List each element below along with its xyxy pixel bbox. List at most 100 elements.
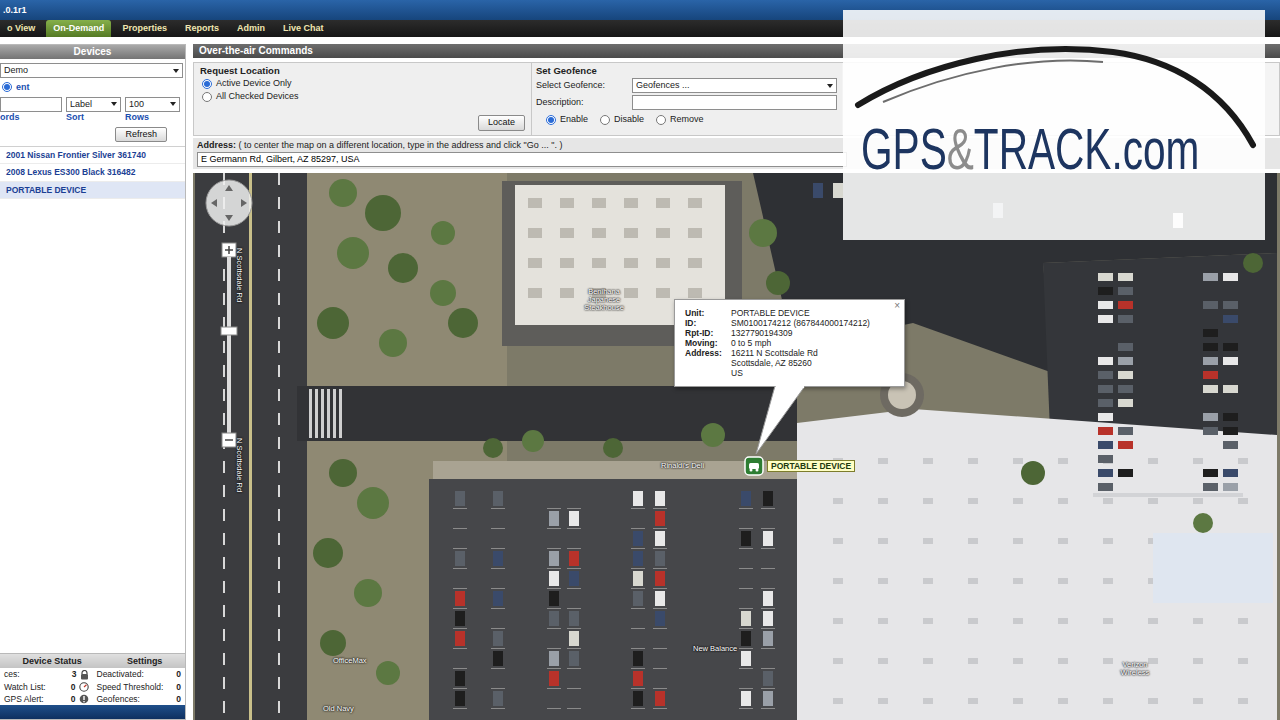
map-label: Old Navy: [323, 705, 354, 713]
field-label: ords: [0, 112, 62, 123]
sort-select[interactable]: Label: [66, 97, 121, 112]
satellite-imagery: [193, 173, 1277, 720]
locate-button[interactable]: Locate: [478, 115, 525, 131]
marker-label[interactable]: PORTABLE DEVICE: [767, 460, 855, 472]
logo-text: TRACK.com: [974, 120, 1200, 178]
watermark-logo: GPS&TRACK.com: [843, 10, 1265, 240]
device-item[interactable]: PORTABLE DEVICE: [0, 182, 185, 199]
field-key: Address:: [685, 348, 731, 378]
account-select[interactable]: Demo: [0, 63, 183, 78]
field-value: 0 to 5 mph: [731, 338, 771, 348]
panel-header: Devices: [0, 45, 185, 59]
status-cell: Geofences:0: [93, 693, 186, 705]
status-cell: GPS Alert:0: [0, 693, 93, 705]
description-row: Description:: [536, 95, 838, 110]
filter-label: ent: [16, 82, 30, 93]
geofence-radio[interactable]: [600, 115, 610, 125]
logo-wordmark: GPS&TRACK.com: [861, 120, 1144, 178]
map-label: Rinaldi's Deli: [661, 462, 704, 470]
nav-tab[interactable]: Reports: [178, 20, 226, 37]
filter-radio[interactable]: [2, 82, 12, 92]
nav-tab[interactable]: On-Demand: [46, 20, 111, 37]
speedometer-icon: [79, 682, 89, 692]
rows-select[interactable]: 100: [125, 97, 180, 112]
search-row: Label 100: [0, 97, 183, 112]
nav-tab[interactable]: Properties: [115, 20, 174, 37]
value-line: Scottsdale, AZ 85260: [731, 358, 818, 368]
option-label: All Checked Devices: [216, 91, 299, 102]
field-value: SM0100174212 (867844000174212): [731, 318, 870, 328]
device-item[interactable]: 2001 Nissan Frontier Silver 361740: [0, 147, 185, 164]
device-controls: Demo ent Label 100ordsSortRows Refresh: [0, 59, 185, 146]
value-line: SM0100174212 (867844000174212): [731, 318, 870, 328]
geofence-radio[interactable]: [656, 115, 666, 125]
status-value: 0: [176, 694, 181, 704]
sort-select-value: Label: [70, 99, 92, 110]
panel-footer: [0, 705, 185, 719]
address-hint: ( to center the map on a different locat…: [239, 140, 563, 150]
field-label: Rows: [125, 112, 180, 123]
dropdown-arrow-icon: [170, 102, 176, 106]
status-row: ces:3Deactivated:0: [0, 668, 185, 680]
locate-row: Locate: [200, 115, 525, 131]
section-title: Request Location: [200, 65, 525, 76]
status-label: Watch List:: [4, 682, 46, 692]
status-label: GPS Alert:: [4, 694, 44, 704]
request-location: Request Location Active Device Only All Ch…: [194, 63, 532, 135]
status-label: Speed Threshold:: [97, 682, 164, 692]
field-key: Moving:: [685, 338, 731, 348]
option-label: Remove: [670, 114, 704, 125]
address-label: Address:: [197, 140, 236, 150]
geofence-select-value: Geofences ...: [636, 80, 690, 91]
device-label: 2001 Nissan Frontier Silver 361740: [6, 150, 146, 160]
device-item[interactable]: 2008 Lexus ES300 Black 316482: [0, 164, 185, 181]
close-button[interactable]: ×: [894, 301, 900, 311]
geofence-select[interactable]: Geofences ...: [632, 78, 837, 93]
logo-text: &: [947, 120, 974, 178]
status-heading: Device Status: [0, 656, 104, 667]
geofence-select-row: Select Geofence:Geofences ...: [536, 78, 838, 93]
radio-option[interactable]: Remove: [654, 114, 704, 125]
status-row: GPS Alert:0Geofences:0: [0, 693, 185, 705]
description-input[interactable]: [632, 95, 837, 110]
field-key: Rpt-ID:: [685, 328, 731, 338]
info-field: Moving:0 to 5 mph: [685, 338, 894, 348]
status-cell: Watch List: 0: [0, 681, 93, 693]
refresh-button[interactable]: Refresh: [115, 127, 167, 143]
radio-option[interactable]: Disable: [598, 114, 644, 125]
value-line: 0 to 5 mph: [731, 338, 771, 348]
status-cell: ces:3: [0, 668, 93, 680]
nav-tab[interactable]: Live Chat: [276, 20, 331, 37]
value-line: US: [731, 368, 818, 378]
field-labels: ordsSortRows: [0, 112, 183, 123]
dropdown-arrow-icon: [827, 84, 833, 88]
status-value: 3: [72, 669, 77, 679]
nav-tab[interactable]: o View: [0, 20, 42, 37]
radio-option[interactable]: Enable: [544, 114, 588, 125]
request-radio[interactable]: [202, 92, 212, 102]
map-label: N Scottsdale Rd: [235, 248, 243, 302]
device-label: PORTABLE DEVICE: [6, 185, 86, 195]
geofence-options: Enable Disable Remove: [536, 114, 838, 125]
status-value: 0: [176, 682, 181, 692]
nav-tab[interactable]: Admin: [230, 20, 272, 37]
request-radio[interactable]: [202, 79, 212, 89]
field-key: ID:: [685, 318, 731, 328]
geofence-radio[interactable]: [546, 115, 556, 125]
info-field: ID:SM0100174212 (867844000174212): [685, 318, 894, 328]
search-input[interactable]: [0, 97, 62, 112]
address-input[interactable]: [197, 152, 847, 167]
status-cell: Speed Threshold: 0: [93, 681, 186, 693]
device-label: 2008 Lexus ES300 Black 316482: [6, 167, 136, 177]
status-cell: Deactivated:0: [93, 668, 186, 680]
map[interactable]: N Scottsdale RdN Scottsdale RdBenihana J…: [193, 173, 1280, 720]
version-text: .0.1r1: [3, 5, 27, 16]
status-value: 0: [176, 669, 181, 679]
radio-option[interactable]: Active Device Only: [200, 78, 525, 89]
info-window: ×Unit:PORTABLE DEVICEID:SM0100174212 (86…: [674, 299, 905, 387]
radio-option[interactable]: All Checked Devices: [200, 91, 525, 102]
status-value: 0: [71, 682, 76, 692]
lock-icon: [80, 670, 89, 680]
map-label: Benihana Japanese Steakhouse: [578, 288, 630, 313]
field-label: Description:: [536, 97, 632, 108]
